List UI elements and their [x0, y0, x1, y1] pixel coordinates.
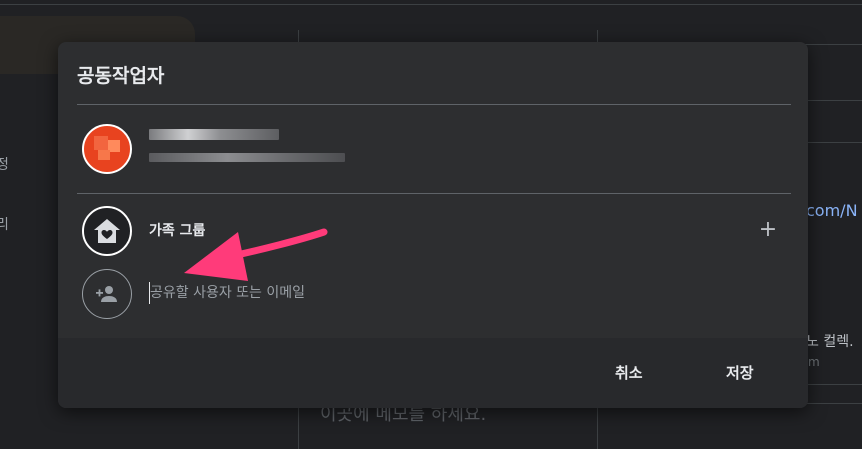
- background-link[interactable]: com/N: [806, 201, 858, 220]
- background-note-title: 노 컬렉.: [806, 334, 854, 350]
- family-group-label: 가족 그룹: [149, 223, 206, 239]
- dialog-footer: [58, 338, 808, 408]
- owner-avatar: [82, 124, 132, 174]
- save-button[interactable]: 저장: [726, 362, 754, 383]
- house-heart-icon: [94, 219, 120, 243]
- owner-divider: [77, 193, 791, 194]
- add-family-group-button[interactable]: +: [758, 218, 778, 242]
- title-divider: [77, 104, 791, 105]
- add-person-avatar: [82, 269, 132, 319]
- collaborators-dialog: 공동작업자 가족 그룹 + 취소 저장: [58, 42, 808, 408]
- family-group-avatar: [82, 206, 132, 256]
- person-add-icon: [96, 286, 117, 302]
- background-note-subtitle: m: [808, 355, 820, 369]
- sidebar-partial-label: 리: [0, 217, 9, 233]
- plus-icon: +: [758, 217, 778, 242]
- owner-name-redacted: [149, 129, 279, 140]
- dialog-title: 공동작업자: [77, 65, 165, 87]
- cancel-button[interactable]: 취소: [615, 362, 643, 383]
- top-divider: [0, 4, 862, 5]
- owner-email-redacted: [149, 153, 345, 162]
- sidebar-partial-label: 정: [0, 157, 9, 173]
- share-email-input[interactable]: [149, 282, 569, 304]
